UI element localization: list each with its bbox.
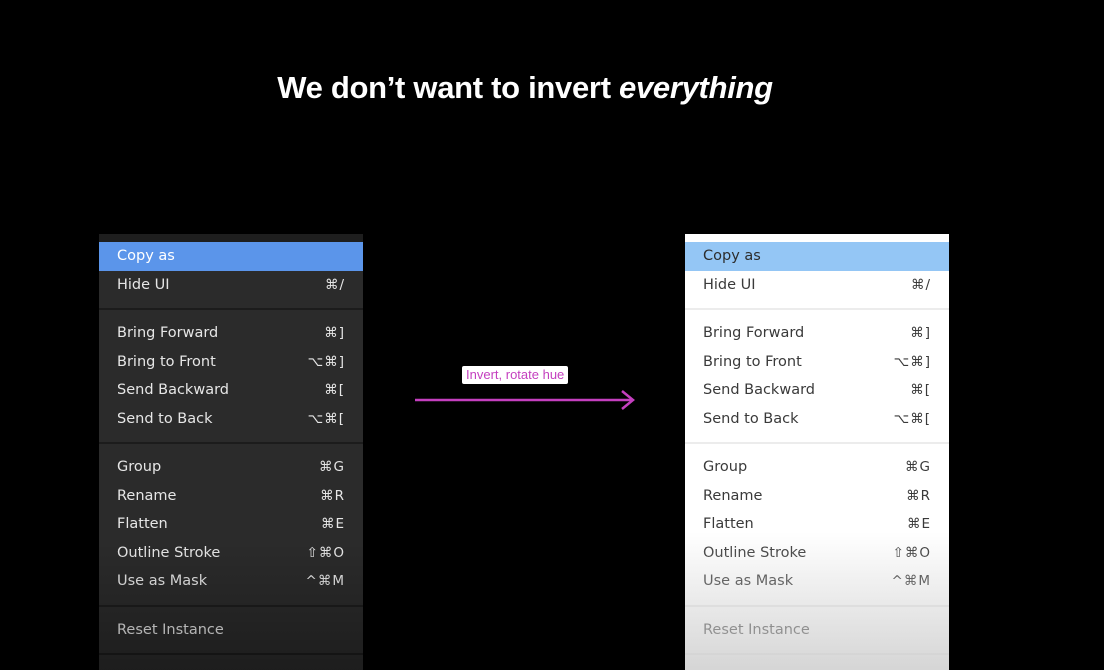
menu-separator [685,299,949,319]
menu-item-flatten[interactable]: Flatten ⌘E [99,510,363,539]
menu-item-send-to-back[interactable]: Send to Back ⌥⌘[ [99,405,363,434]
menu-item-group[interactable]: Group ⌘G [685,453,949,482]
menu-item-use-as-mask[interactable]: Use as Mask ^⌘M [99,567,363,596]
light-context-menu: Copy as Hide UI ⌘/ Bring Forward ⌘] Brin… [685,234,949,670]
menu-item-label: Send to Back [117,410,213,427]
menu-item-copy-as[interactable]: Copy as [685,242,949,271]
menu-item-shortcut: ⌥⌘[ [307,410,345,427]
slide-title-main: We don’t want to invert [277,70,620,105]
menu-item-label: Copy as [703,248,761,265]
menu-item-shortcut: ⇧⌘O [892,544,931,561]
menu-item-label: Bring Forward [703,325,805,342]
menu-item-shortcut: ⌘/ [324,276,345,293]
menu-separator [99,433,363,453]
menu-item-label: Send to Back [703,410,799,427]
menu-item-label: Flatten [117,516,168,533]
menu-item-label: Outline Stroke [703,544,807,561]
menu-item-shortcut: ⌘G [905,459,931,476]
menu-separator [685,596,949,616]
menu-separator [99,299,363,319]
menu-item-shortcut: ⌘E [906,516,931,533]
menu-item-shortcut: ⌘] [324,325,345,342]
menu-item-bring-to-front[interactable]: Bring to Front ⌥⌘] [99,348,363,377]
menu-item-shortcut: ⌘[ [910,382,931,399]
slide-title-emphasis: everything [619,70,773,105]
slide-title: We don’t want to invert everything [0,70,1050,106]
menu-item-label: Send Backward [703,382,815,399]
menu-item-label: Send Backward [117,382,229,399]
menu-item-label: Use as Mask [117,573,208,590]
menu-item-shortcut: ⇧⌘O [306,544,345,561]
menu-separator [685,644,949,664]
menu-item-bring-forward[interactable]: Bring Forward ⌘] [99,319,363,348]
menu-item-shortcut: ⌥⌘] [307,353,345,370]
menu-item-send-backward[interactable]: Send Backward ⌘[ [99,376,363,405]
menu-item-label: Use as Mask [703,573,794,590]
menu-item-shortcut: ⌘/ [910,276,931,293]
menu-item-hide-ui[interactable]: Hide UI ⌘/ [685,271,949,300]
menu-item-shortcut: ⌘[ [324,382,345,399]
right-arrow-icon [415,390,635,410]
menu-item-hide-ui[interactable]: Hide UI ⌘/ [99,271,363,300]
menu-separator [99,644,363,664]
menu-item-label: Outline Stroke [117,544,221,561]
menu-item-label: Copy as [117,248,175,265]
menu-item-label: Group [117,459,162,476]
menu-item-rename[interactable]: Rename ⌘R [685,482,949,511]
menu-item-label: Bring Forward [117,325,219,342]
dark-context-menu: Copy as Hide UI ⌘/ Bring Forward ⌘] Brin… [99,234,363,670]
menu-item-shortcut: ⌘] [910,325,931,342]
menu-item-flatten[interactable]: Flatten ⌘E [685,510,949,539]
menu-item-copy-as[interactable]: Copy as [99,242,363,271]
slide: We don’t want to invert everything Copy … [0,0,1104,670]
menu-item-use-as-mask[interactable]: Use as Mask ^⌘M [685,567,949,596]
menu-item-reset-instance[interactable]: Reset Instance [685,616,949,645]
menu-item-shortcut: ⌘R [906,487,931,504]
annotation-label: Invert, rotate hue [462,366,569,384]
menu-item-outline-stroke[interactable]: Outline Stroke ⇧⌘O [99,539,363,568]
menu-item-shortcut: ⌘E [320,516,345,533]
menu-separator [685,433,949,453]
menu-item-outline-stroke[interactable]: Outline Stroke ⇧⌘O [685,539,949,568]
menu-separator [99,596,363,616]
menu-item-label: Rename [117,487,177,504]
menu-item-label: Hide UI [703,276,756,293]
menu-item-label: Rename [703,487,763,504]
menu-item-shortcut: ⌥⌘] [893,353,931,370]
menu-item-label: Bring to Front [117,353,216,370]
menu-item-shortcut: ⌥⌘[ [893,410,931,427]
menu-item-shortcut: ⌘R [320,487,345,504]
menu-item-bring-forward[interactable]: Bring Forward ⌘] [685,319,949,348]
menu-item-send-to-back[interactable]: Send to Back ⌥⌘[ [685,405,949,434]
menu-item-shortcut: ^⌘M [891,573,931,590]
menu-item-label: Reset Instance [117,621,224,638]
menu-item-group[interactable]: Group ⌘G [99,453,363,482]
menu-item-rename[interactable]: Rename ⌘R [99,482,363,511]
menu-item-shortcut: ⌘G [319,459,345,476]
menu-item-send-backward[interactable]: Send Backward ⌘[ [685,376,949,405]
menu-item-label: Flatten [703,516,754,533]
menu-item-label: Reset Instance [703,621,810,638]
menu-item-label: Hide UI [117,276,170,293]
menu-item-bring-to-front[interactable]: Bring to Front ⌥⌘] [685,348,949,377]
transform-annotation: Invert, rotate hue [414,366,644,416]
menu-item-label: Bring to Front [703,353,802,370]
menu-item-shortcut: ^⌘M [305,573,345,590]
menu-item-label: Group [703,459,748,476]
menu-item-reset-instance[interactable]: Reset Instance [99,616,363,645]
